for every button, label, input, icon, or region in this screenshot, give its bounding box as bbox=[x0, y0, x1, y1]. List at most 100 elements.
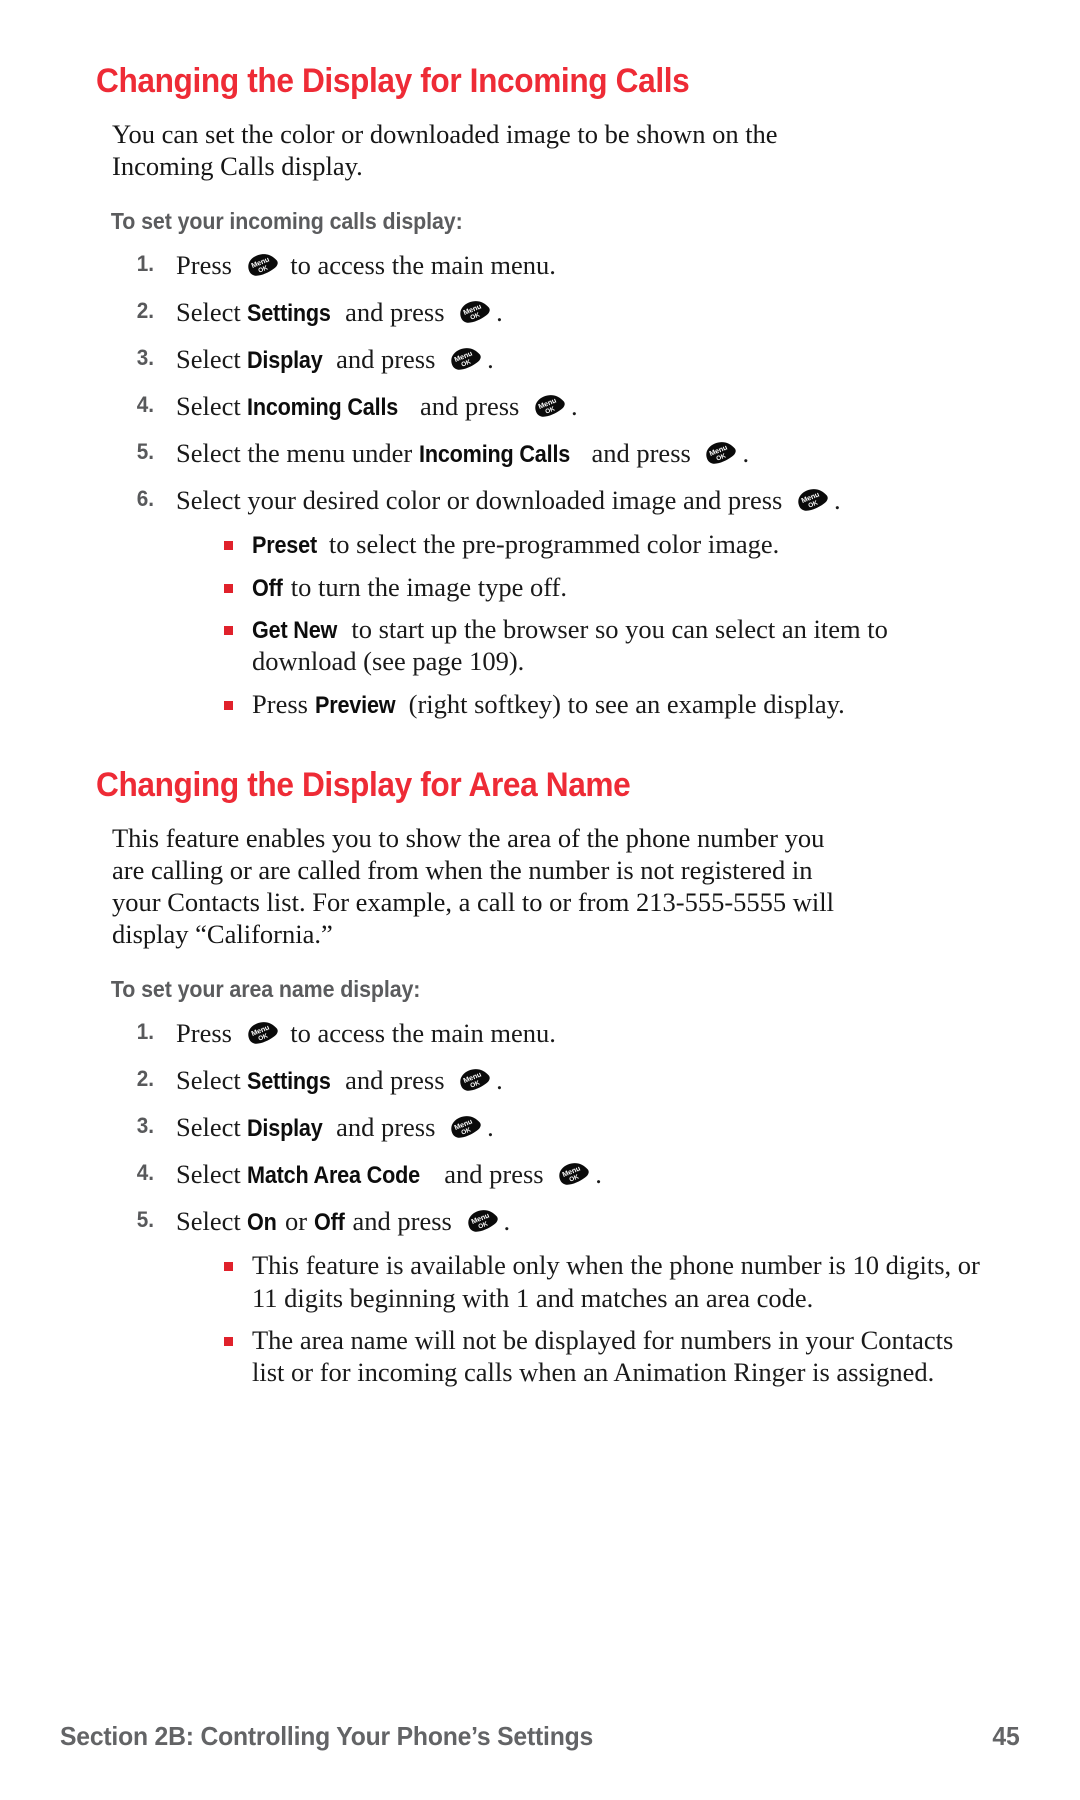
procedure-subheading: To set your incoming calls display: bbox=[110, 208, 463, 235]
menu-ok-key-icon: Menu OK bbox=[446, 1115, 484, 1145]
step-text: (right softkey) to see an example displa… bbox=[402, 688, 845, 719]
step-number: 3. bbox=[136, 345, 154, 371]
procedure-step: 6. Select your desired color or downloade… bbox=[112, 484, 984, 720]
step-body: Select Settings and press Menu OK. bbox=[176, 1065, 503, 1095]
step-text: Press bbox=[176, 1018, 239, 1049]
emphasis-term: Incoming Calls bbox=[418, 441, 570, 469]
emphasis-term: Display bbox=[247, 1115, 323, 1143]
menu-ok-key-icon: Menu OK bbox=[701, 441, 739, 471]
step-text: Select bbox=[176, 344, 248, 375]
bullet-item: Off to turn the image type off. bbox=[222, 571, 984, 603]
emphasis-term: Settings bbox=[247, 1068, 332, 1096]
step-bullet-list: This feature is available only when the … bbox=[176, 1249, 984, 1388]
step-number: 1. bbox=[136, 251, 154, 277]
step-body: Select Display and press Menu OK. bbox=[176, 344, 494, 374]
bullet-text: Press Preview (right softkey) to see an … bbox=[252, 689, 845, 719]
square-bullet-icon bbox=[224, 1336, 233, 1346]
emphasis-term: Display bbox=[247, 347, 323, 375]
section-heading: Changing the Display for Area Name bbox=[96, 765, 631, 804]
step-text: to turn the image type off. bbox=[284, 571, 567, 602]
bullet-text: Preset to select the pre-programmed colo… bbox=[252, 529, 779, 559]
step-number: 1. bbox=[136, 1019, 154, 1045]
emphasis-term: Incoming Calls bbox=[247, 394, 399, 422]
step-text: . bbox=[487, 1112, 494, 1143]
step-number: 6. bbox=[136, 486, 154, 512]
procedure-step: 1. Press Menu OK to access the main menu. bbox=[112, 249, 984, 283]
procedure-subheading: To set your area name display: bbox=[110, 976, 421, 1003]
step-text: Select the menu under bbox=[176, 438, 419, 469]
step-text: Select bbox=[176, 1159, 248, 1190]
step-body: Press Menu OK to access the main menu. bbox=[176, 250, 556, 280]
step-body: Select Match Area Code and press Menu OK. bbox=[176, 1159, 602, 1189]
square-bullet-icon bbox=[224, 1262, 233, 1272]
bullet-text: Off to turn the image type off. bbox=[252, 572, 567, 602]
step-text: Select bbox=[176, 297, 248, 328]
footer-section-label: Section 2B: Controlling Your Phone’s Set… bbox=[60, 1721, 594, 1751]
step-bullet-list: Preset to select the pre-programmed colo… bbox=[176, 528, 984, 720]
bullet-text: Get New to start up the browser so you c… bbox=[252, 614, 888, 676]
step-text: and press bbox=[338, 1065, 452, 1096]
emphasis-term: On bbox=[247, 1209, 278, 1237]
step-text: The area name will not be displayed for … bbox=[252, 1324, 954, 1388]
bullet-item: This feature is available only when the … bbox=[222, 1249, 984, 1314]
emphasis-term: Preview bbox=[314, 691, 396, 719]
procedure-step: 3. Select Display and press Menu OK. bbox=[112, 343, 984, 377]
emphasis-term: Preset bbox=[252, 532, 317, 560]
step-number: 5. bbox=[136, 439, 154, 465]
step-text: and press bbox=[329, 1112, 443, 1143]
procedure-step: 1. Press Menu OK to access the main menu. bbox=[112, 1017, 984, 1051]
menu-ok-key-icon: Menu OK bbox=[446, 347, 484, 377]
step-text: Select bbox=[176, 391, 248, 422]
step-text: and press bbox=[338, 297, 452, 328]
menu-ok-key-icon: Menu OK bbox=[793, 488, 831, 518]
step-text: and press bbox=[329, 344, 443, 375]
step-text: to start up the browser so you can selec… bbox=[252, 613, 888, 677]
section-intro-paragraph: You can set the color or downloaded imag… bbox=[112, 119, 778, 182]
emphasis-term: Settings bbox=[247, 300, 332, 328]
square-bullet-icon bbox=[224, 700, 233, 710]
step-body: Select the menu under Incoming Calls and… bbox=[176, 438, 749, 468]
step-number: 2. bbox=[136, 298, 154, 324]
step-number: 5. bbox=[136, 1207, 154, 1233]
square-bullet-icon bbox=[224, 541, 233, 551]
menu-ok-key-icon: Menu OK bbox=[455, 1068, 493, 1098]
step-text: to access the main menu. bbox=[283, 250, 556, 281]
step-text: and press bbox=[584, 438, 698, 469]
procedure-step-list: 1. Press Menu OK to access the main menu. 2… bbox=[96, 1017, 984, 1388]
step-text: This feature is available only when the … bbox=[252, 1250, 980, 1313]
menu-ok-key-icon: Menu OK bbox=[463, 1209, 501, 1239]
step-number: 4. bbox=[136, 1160, 154, 1186]
procedure-step: 2. Select Settings and press Menu OK. bbox=[112, 1064, 984, 1098]
step-body: Select Display and press Menu OK. bbox=[176, 1112, 494, 1142]
page-content: Changing the Display for Incoming Calls Y… bbox=[96, 62, 984, 1388]
procedure-step: 3. Select Display and press Menu OK. bbox=[112, 1111, 984, 1145]
step-body: Select Settings and press Menu OK. bbox=[176, 297, 503, 327]
step-text: to access the main menu. bbox=[283, 1018, 556, 1049]
step-text: Press bbox=[176, 250, 239, 281]
step-number: 2. bbox=[136, 1066, 154, 1092]
menu-ok-key-icon: Menu OK bbox=[554, 1162, 592, 1192]
bullet-item: Press Preview (right softkey) to see an … bbox=[222, 688, 984, 720]
procedure-step: 5. Select On or Off and press Menu OK. This… bbox=[112, 1205, 984, 1388]
procedure-step: 5. Select the menu under Incoming Calls a… bbox=[112, 437, 984, 471]
step-text: to select the pre-programmed color image… bbox=[322, 529, 780, 560]
procedure-step: 2. Select Settings and press Menu OK. bbox=[112, 296, 984, 330]
step-number: 4. bbox=[136, 392, 154, 418]
step-text: Select your desired color or downloaded … bbox=[176, 485, 789, 516]
bullet-text: The area name will not be displayed for … bbox=[252, 1325, 953, 1387]
step-text: . bbox=[496, 297, 503, 328]
section-heading: Changing the Display for Incoming Calls bbox=[96, 62, 690, 100]
square-bullet-icon bbox=[224, 583, 233, 593]
step-text: or bbox=[278, 1206, 314, 1237]
step-text: and press bbox=[413, 391, 526, 422]
step-text: . bbox=[742, 438, 750, 469]
emphasis-term: Off bbox=[313, 1209, 345, 1237]
page-footer: Section 2B: Controlling Your Phone’s Set… bbox=[60, 1721, 1020, 1752]
step-text: Select bbox=[176, 1112, 248, 1143]
emphasis-term: Off bbox=[252, 574, 283, 602]
menu-ok-key-icon: Menu OK bbox=[530, 394, 568, 424]
menu-ok-key-icon: Menu OK bbox=[243, 253, 281, 283]
step-text: and press bbox=[437, 1159, 551, 1190]
step-text: . bbox=[595, 1159, 602, 1190]
step-text: . bbox=[570, 391, 578, 422]
